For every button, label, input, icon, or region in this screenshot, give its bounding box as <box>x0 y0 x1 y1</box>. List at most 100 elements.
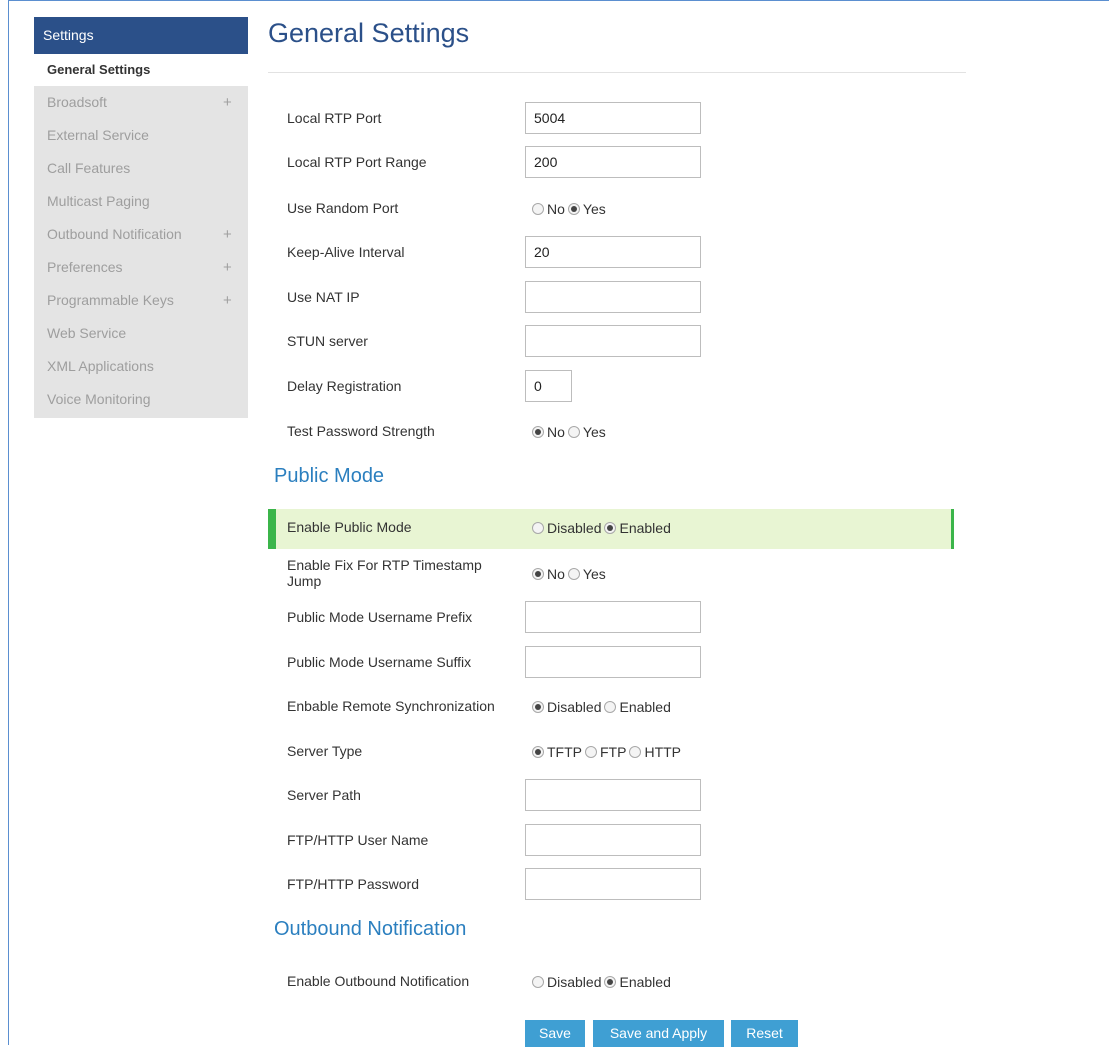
expand-plus-icon[interactable]: + <box>223 218 232 251</box>
page-title: General Settings <box>268 18 470 48</box>
sidebar-item-external-service[interactable]: External Service <box>34 119 248 152</box>
server-path-input[interactable] <box>525 779 701 811</box>
row-remote-sync: Enbable Remote Synchronization Disabled E… <box>287 690 947 724</box>
sidebar-item-label: Outbound Notification <box>47 226 182 242</box>
remote-sync-label: Enbable Remote Synchronization <box>287 698 495 714</box>
delay-registration-input[interactable] <box>525 370 572 402</box>
stun-server-label: STUN server <box>287 333 368 349</box>
sidebar-item-multicast-paging[interactable]: Multicast Paging <box>34 185 248 218</box>
title-divider <box>268 72 966 73</box>
use-nat-ip-label: Use NAT IP <box>287 289 360 305</box>
local-rtp-port-range-input[interactable] <box>525 146 701 178</box>
username-suffix-label: Public Mode Username Suffix <box>287 654 472 670</box>
username-prefix-label: Public Mode Username Prefix <box>287 609 473 625</box>
sidebar-item-label: Programmable Keys <box>47 292 174 308</box>
sidebar-item-xml-applications[interactable]: XML Applications <box>34 350 248 383</box>
radio-option-label: No <box>547 201 565 217</box>
enable-public-mode-radios: Disabled Enabled <box>532 520 674 536</box>
reset-button[interactable]: Reset <box>731 1020 798 1047</box>
expand-plus-icon[interactable]: + <box>223 86 232 119</box>
enable-public-mode-label: Enable Public Mode <box>287 519 412 535</box>
radio-option-label: Enabled <box>619 520 671 536</box>
radio-option-label: Disabled <box>547 699 602 715</box>
radio-option-label: TFTP <box>547 744 582 760</box>
username-prefix-input[interactable] <box>525 601 701 633</box>
expand-plus-icon[interactable]: + <box>223 251 232 284</box>
row-use-nat-ip: Use NAT IP <box>287 281 947 315</box>
sidebar-item-call-features[interactable]: Call Features <box>34 152 248 185</box>
use-random-port-radios: No Yes <box>532 201 609 217</box>
row-enable-outbound-notification: Enable Outbound Notification Disabled Ena… <box>287 965 947 999</box>
radio-yes[interactable] <box>567 568 580 580</box>
radio-disabled-selected[interactable] <box>532 701 544 713</box>
ftp-user-input[interactable] <box>525 824 701 856</box>
save-button[interactable]: Save <box>525 1020 585 1047</box>
rtp-timestamp-jump-radios: No Yes <box>532 566 609 582</box>
radio-option-label: Yes <box>582 201 606 217</box>
radio-ftp[interactable] <box>585 746 597 758</box>
sidebar-item-programmable-keys[interactable]: Programmable Keys + <box>34 284 248 317</box>
radio-enabled-selected[interactable] <box>604 522 617 534</box>
stun-server-input[interactable] <box>525 325 701 357</box>
section-title-public-mode: Public Mode <box>274 465 385 487</box>
local-rtp-port-range-label: Local RTP Port Range <box>287 154 427 170</box>
radio-option-label: Disabled <box>547 520 602 536</box>
radio-enabled-selected[interactable] <box>604 976 617 988</box>
radio-option-label: FTP <box>600 744 627 760</box>
radio-option-label: No <box>547 424 565 440</box>
row-ftp-password: FTP/HTTP Password <box>287 868 947 902</box>
radio-option-label: Disabled <box>547 974 602 990</box>
radio-tftp-selected[interactable] <box>532 746 544 758</box>
row-local-rtp-port-range: Local RTP Port Range <box>287 146 947 180</box>
sidebar-item-voice-monitoring[interactable]: Voice Monitoring <box>34 383 248 416</box>
sidebar-item-preferences[interactable]: Preferences + <box>34 251 248 284</box>
radio-yes-selected[interactable] <box>567 203 580 215</box>
sidebar-header[interactable]: Settings <box>34 17 248 54</box>
save-and-apply-button[interactable]: Save and Apply <box>593 1020 724 1047</box>
row-username-suffix: Public Mode Username Suffix <box>287 646 947 680</box>
row-server-type: Server Type TFTP FTP HTTP <box>287 735 947 769</box>
server-path-label: Server Path <box>287 787 361 803</box>
section-title-outbound-notification: Outbound Notification <box>274 918 467 940</box>
row-use-random-port: Use Random Port No Yes <box>287 192 947 226</box>
sidebar-item-label: XML Applications <box>47 358 154 374</box>
ftp-password-label: FTP/HTTP Password <box>287 876 419 892</box>
server-type-label: Server Type <box>287 743 363 759</box>
radio-disabled[interactable] <box>532 976 544 988</box>
sidebar-item-broadsoft[interactable]: Broadsoft + <box>34 86 248 119</box>
expand-plus-icon[interactable]: + <box>223 284 232 317</box>
test-password-strength-radios: No Yes <box>532 424 609 440</box>
local-rtp-port-input[interactable] <box>525 102 701 134</box>
row-delay-registration: Delay Registration <box>287 370 947 404</box>
radio-no-selected[interactable] <box>532 426 544 438</box>
radio-disabled[interactable] <box>532 522 544 534</box>
row-rtp-timestamp-jump: Enable Fix For RTP Timestamp Jump No Yes <box>287 557 947 591</box>
radio-no[interactable] <box>532 203 544 215</box>
test-password-strength-label: Test Password Strength <box>287 423 435 439</box>
radio-http[interactable] <box>629 746 642 758</box>
row-keep-alive-interval: Keep-Alive Interval <box>287 236 947 270</box>
radio-no-selected[interactable] <box>532 568 544 580</box>
row-username-prefix: Public Mode Username Prefix <box>287 601 947 635</box>
radio-yes[interactable] <box>567 426 580 438</box>
radio-enabled[interactable] <box>604 701 617 713</box>
sidebar-item-label: Preferences <box>47 259 123 275</box>
radio-option-label: Yes <box>582 424 606 440</box>
row-ftp-user: FTP/HTTP User Name <box>287 824 947 858</box>
keep-alive-interval-label: Keep-Alive Interval <box>287 244 405 260</box>
sidebar-item-web-service[interactable]: Web Service <box>34 317 248 350</box>
sidebar-item-general-settings[interactable]: General Settings <box>34 54 248 86</box>
sidebar-item-label: External Service <box>47 127 149 143</box>
row-local-rtp-port: Local RTP Port <box>287 102 947 136</box>
server-type-radios: TFTP FTP HTTP <box>532 744 684 760</box>
sidebar-item-outbound-notification[interactable]: Outbound Notification + <box>34 218 248 251</box>
use-nat-ip-input[interactable] <box>525 281 701 313</box>
sidebar-item-label: Multicast Paging <box>47 193 150 209</box>
sidebar-item-label: Web Service <box>47 325 127 341</box>
username-suffix-input[interactable] <box>525 646 701 678</box>
keep-alive-interval-input[interactable] <box>525 236 701 268</box>
ftp-password-input[interactable] <box>525 868 701 900</box>
radio-option-label: No <box>547 566 565 582</box>
row-stun-server: STUN server <box>287 325 947 359</box>
sidebar-item-label: Voice Monitoring <box>47 391 151 407</box>
